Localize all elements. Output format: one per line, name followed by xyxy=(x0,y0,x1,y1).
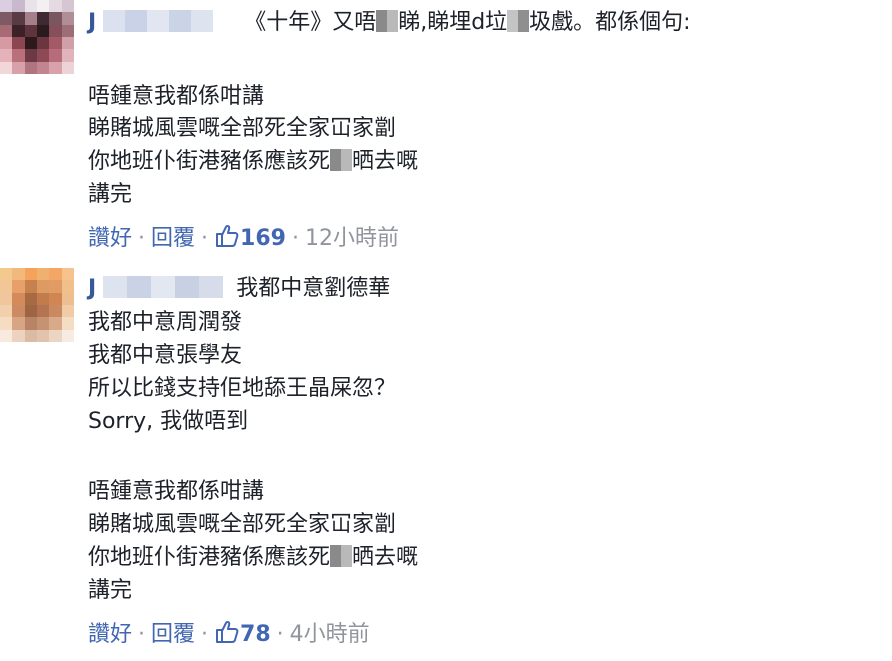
comment-line: 你地班仆街港豬係應該死 晒去嘅 xyxy=(88,543,418,573)
thumbs-up-icon[interactable] xyxy=(214,223,240,249)
comment-line: 講完 xyxy=(88,578,133,603)
thumbs-up-icon[interactable] xyxy=(214,619,240,645)
timestamp[interactable]: 4小時前 xyxy=(290,622,370,647)
comment-line: 我都中意張學友 xyxy=(88,343,243,368)
comment-text: 我都中意劉德華 xyxy=(236,276,391,301)
comment-line: 睇賭城風雲嘅全部死全家冚家劏 xyxy=(88,116,397,141)
comment-line: 唔鍾意我都係咁講 xyxy=(88,479,265,504)
censored-icon xyxy=(330,149,353,171)
comment-text: 睇,睇埋d垃 xyxy=(398,10,508,35)
comment-header: J 我都中意劉德華 xyxy=(88,274,390,304)
comment-text: 晒去嘅 xyxy=(352,149,419,174)
blurred-name-icon xyxy=(103,276,224,298)
separator: · xyxy=(138,226,146,251)
reply-link[interactable]: 回覆 xyxy=(151,226,195,251)
comment: J 《十年》又唔 睇,睇埋d垃 圾戲。都係個句: 唔鍾意我都係咁講 睇賭城風雲嘅全部… xyxy=(0,0,892,256)
comment-text: 你地班仆街港豬係應該死 xyxy=(88,545,331,570)
comment-line: 講完 xyxy=(88,182,133,207)
avatar[interactable] xyxy=(0,268,74,342)
like-count[interactable]: 78 xyxy=(240,622,271,647)
comment-text: 你地班仆街港豬係應該死 xyxy=(88,149,331,174)
timestamp[interactable]: 12小時前 xyxy=(305,226,399,251)
blurred-name-icon xyxy=(103,10,214,32)
like-count[interactable]: 169 xyxy=(240,226,286,251)
comment-text: 圾戲。都係個句: xyxy=(529,10,691,35)
comment-line: 唔鍾意我都係咁講 xyxy=(88,84,265,109)
comment-line: Sorry, 我做唔到 xyxy=(88,409,249,434)
comment: J 我都中意劉德華 我都中意周潤發 我都中意張學友 所以比錢支持佢地舔王晶屎忽？… xyxy=(0,268,892,661)
comment-actions: 讚好 · 回覆 · 78 · 4小時前 xyxy=(88,620,370,650)
separator: · xyxy=(138,622,146,647)
avatar[interactable] xyxy=(0,0,74,74)
comment-text: 晒去嘅 xyxy=(352,545,419,570)
comment-line: 所以比錢支持佢地舔王晶屎忽？ xyxy=(88,376,397,401)
comment-line: 我都中意周潤發 xyxy=(88,310,243,335)
separator: · xyxy=(201,226,209,251)
censored-icon xyxy=(507,10,530,32)
comment-text: 《十年》又唔 xyxy=(244,10,377,35)
separator: · xyxy=(291,226,299,251)
comment-actions: 讚好 · 回覆 · 169 · 12小時前 xyxy=(88,224,399,254)
author-name[interactable]: J xyxy=(88,274,96,304)
censored-icon xyxy=(376,10,399,32)
like-link[interactable]: 讚好 xyxy=(88,226,132,251)
like-link[interactable]: 讚好 xyxy=(88,622,132,647)
comment-line: 你地班仆街港豬係應該死 晒去嘅 xyxy=(88,147,418,177)
comment-header: J 《十年》又唔 睇,睇埋d垃 圾戲。都係個句: xyxy=(88,8,691,38)
separator: · xyxy=(201,622,209,647)
author-name[interactable]: J xyxy=(88,8,96,38)
separator: · xyxy=(276,622,284,647)
reply-link[interactable]: 回覆 xyxy=(151,622,195,647)
censored-icon xyxy=(330,545,353,567)
comment-line: 睇賭城風雲嘅全部死全家冚家劏 xyxy=(88,512,397,537)
